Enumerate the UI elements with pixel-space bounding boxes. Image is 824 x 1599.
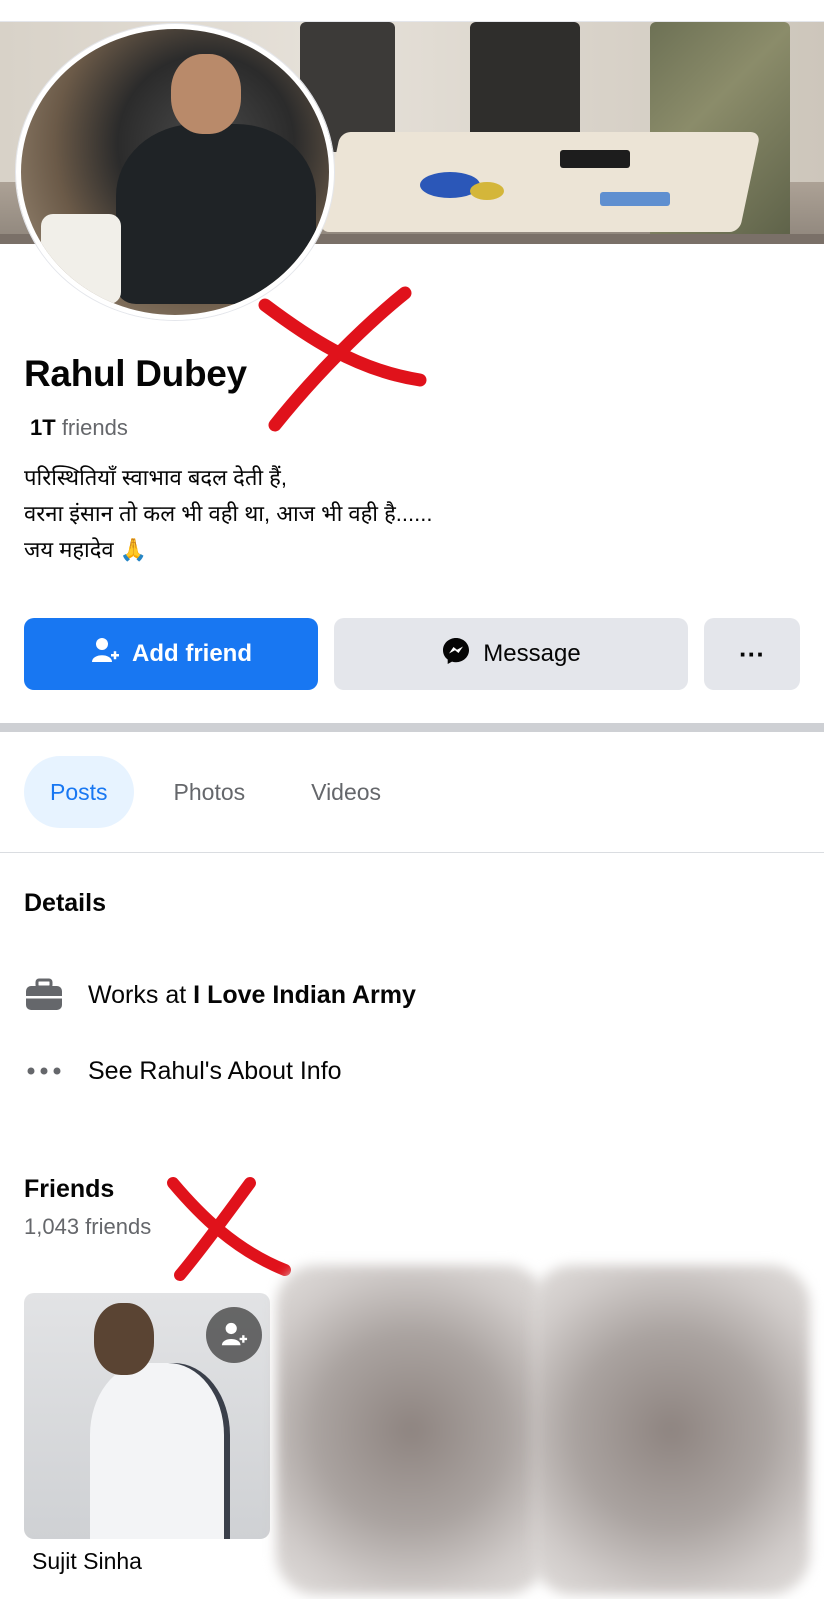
avatar-figure-body bbox=[116, 124, 316, 304]
avatar-figure-head bbox=[171, 54, 241, 134]
profile-name: Rahul Dubey bbox=[24, 353, 247, 394]
message-button[interactable]: Message bbox=[334, 618, 688, 690]
cover-table bbox=[319, 132, 761, 232]
avatar-mug bbox=[41, 214, 121, 304]
detail-work[interactable]: Works at I Love Indian Army bbox=[24, 975, 416, 1015]
tab-posts[interactable]: Posts bbox=[24, 756, 134, 828]
red-x-annotation bbox=[258, 286, 427, 432]
details-title: Details bbox=[24, 889, 106, 917]
blurred-friend-card bbox=[276, 1265, 546, 1595]
cover-item bbox=[470, 182, 504, 200]
message-label: Message bbox=[483, 640, 581, 667]
about-link-label: See Rahul's About Info bbox=[88, 1056, 342, 1085]
detail-about-link[interactable]: See Rahul's About Info bbox=[24, 1051, 342, 1091]
more-options-button[interactable]: ··· bbox=[704, 618, 800, 690]
tab-photos[interactable]: Photos bbox=[148, 756, 272, 828]
friend-photo-figure bbox=[90, 1363, 230, 1539]
friends-subtitle[interactable]: 1,043 friends bbox=[24, 1214, 151, 1240]
tab-videos[interactable]: Videos bbox=[285, 756, 407, 828]
profile-friends-count[interactable]: 1T friends bbox=[30, 415, 128, 441]
red-x-annotation bbox=[167, 1177, 291, 1281]
more-icon: ··· bbox=[739, 638, 765, 669]
profile-bio: परिस्थितियाँ स्वाभाव बदल देती हैं, वरना … bbox=[24, 465, 433, 562]
cover-item bbox=[600, 192, 670, 206]
friends-count-label: friends bbox=[61, 415, 128, 440]
briefcase-icon bbox=[24, 978, 64, 1012]
add-friend-button[interactable]: Add friend bbox=[24, 618, 318, 690]
add-friend-badge-icon[interactable] bbox=[206, 1307, 262, 1363]
friends-title: Friends bbox=[24, 1175, 115, 1203]
friend-name[interactable]: Sujit Sinha bbox=[32, 1548, 142, 1575]
profile-avatar[interactable] bbox=[16, 24, 334, 320]
work-prefix: Works at bbox=[88, 980, 187, 1009]
ellipsis-icon bbox=[24, 1054, 64, 1088]
messenger-icon bbox=[441, 636, 471, 673]
status-area bbox=[0, 0, 824, 22]
friends-count-value: 1T bbox=[30, 415, 56, 440]
section-divider bbox=[0, 723, 824, 732]
friend-card[interactable] bbox=[24, 1293, 270, 1539]
tabs-divider bbox=[0, 852, 824, 853]
blurred-friend-card bbox=[532, 1265, 810, 1595]
add-friend-icon bbox=[90, 636, 120, 673]
add-friend-label: Add friend bbox=[132, 640, 252, 667]
profile-tabs: Posts Photos Videos bbox=[24, 756, 421, 828]
friend-photo-head bbox=[94, 1303, 154, 1375]
cover-item bbox=[560, 150, 630, 168]
work-place[interactable]: I Love Indian Army bbox=[193, 981, 416, 1010]
